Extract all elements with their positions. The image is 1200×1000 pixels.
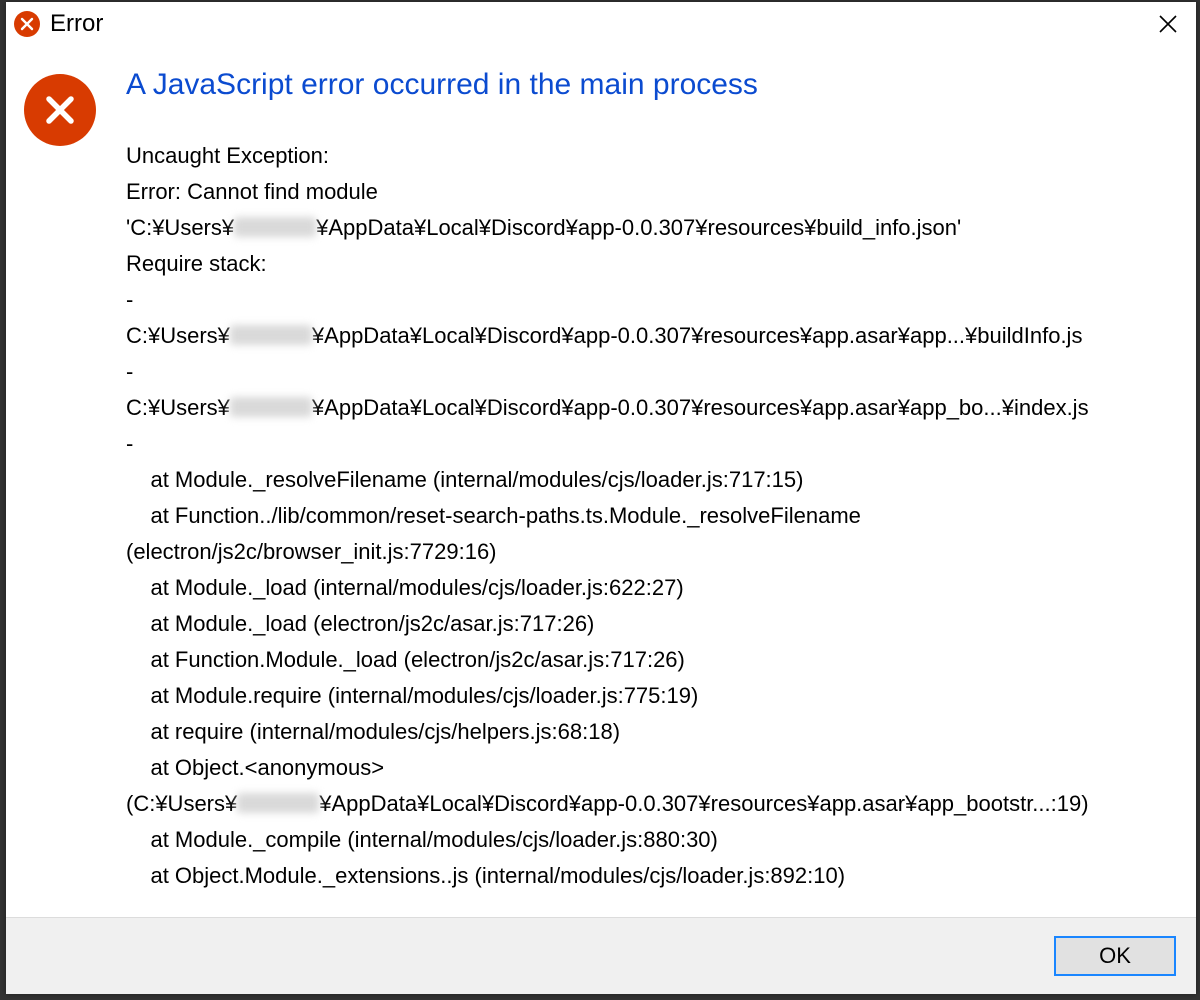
error-line: at Module._load (electron/js2c/asar.js:7… [126, 606, 1178, 642]
error-dialog: Error A JavaScript error occurred in the… [6, 2, 1196, 994]
error-icon [24, 74, 96, 146]
dialog-content: A JavaScript error occurred in the main … [6, 46, 1196, 917]
error-icon [14, 11, 40, 37]
titlebar: Error [6, 2, 1196, 46]
error-line: at Function../lib/common/reset-search-pa… [126, 498, 1178, 534]
ok-button[interactable]: OK [1054, 936, 1176, 976]
error-line: at Object.<anonymous> [126, 750, 1178, 786]
error-line: Require stack: [126, 246, 1178, 282]
close-button[interactable] [1146, 2, 1190, 46]
error-line: - [126, 282, 1178, 318]
error-line: at Function.Module._load (electron/js2c/… [126, 642, 1178, 678]
error-line: Uncaught Exception: [126, 138, 1178, 174]
error-line: at Module._resolveFilename (internal/mod… [126, 462, 1178, 498]
error-line: 'C:¥Users¥¥AppData¥Local¥Discord¥app-0.0… [126, 210, 1178, 246]
error-line: (electron/js2c/browser_init.js:7729:16) [126, 534, 1178, 570]
redacted-username [230, 397, 312, 417]
error-line: - [126, 354, 1178, 390]
error-line: at require (internal/modules/cjs/helpers… [126, 714, 1178, 750]
dialog-heading: A JavaScript error occurred in the main … [126, 68, 1178, 102]
dialog-footer: OK [6, 917, 1196, 994]
redacted-username [237, 793, 319, 813]
titlebar-title: Error [50, 10, 103, 38]
error-line: at Object.Module._extensions..js (intern… [126, 858, 1178, 894]
error-line: Error: Cannot find module [126, 174, 1178, 210]
error-line: at Module._load (internal/modules/cjs/lo… [126, 570, 1178, 606]
error-line: at Module.require (internal/modules/cjs/… [126, 678, 1178, 714]
error-message: Uncaught Exception:Error: Cannot find mo… [126, 138, 1178, 894]
error-line: C:¥Users¥¥AppData¥Local¥Discord¥app-0.0.… [126, 390, 1178, 426]
dialog-body: A JavaScript error occurred in the main … [126, 68, 1178, 909]
error-line: (C:¥Users¥¥AppData¥Local¥Discord¥app-0.0… [126, 786, 1178, 822]
redacted-username [230, 325, 312, 345]
error-line: at Module._compile (internal/modules/cjs… [126, 822, 1178, 858]
close-icon [1158, 14, 1178, 34]
error-line: - [126, 426, 1178, 462]
redacted-username [234, 217, 316, 237]
error-line: C:¥Users¥¥AppData¥Local¥Discord¥app-0.0.… [126, 318, 1178, 354]
